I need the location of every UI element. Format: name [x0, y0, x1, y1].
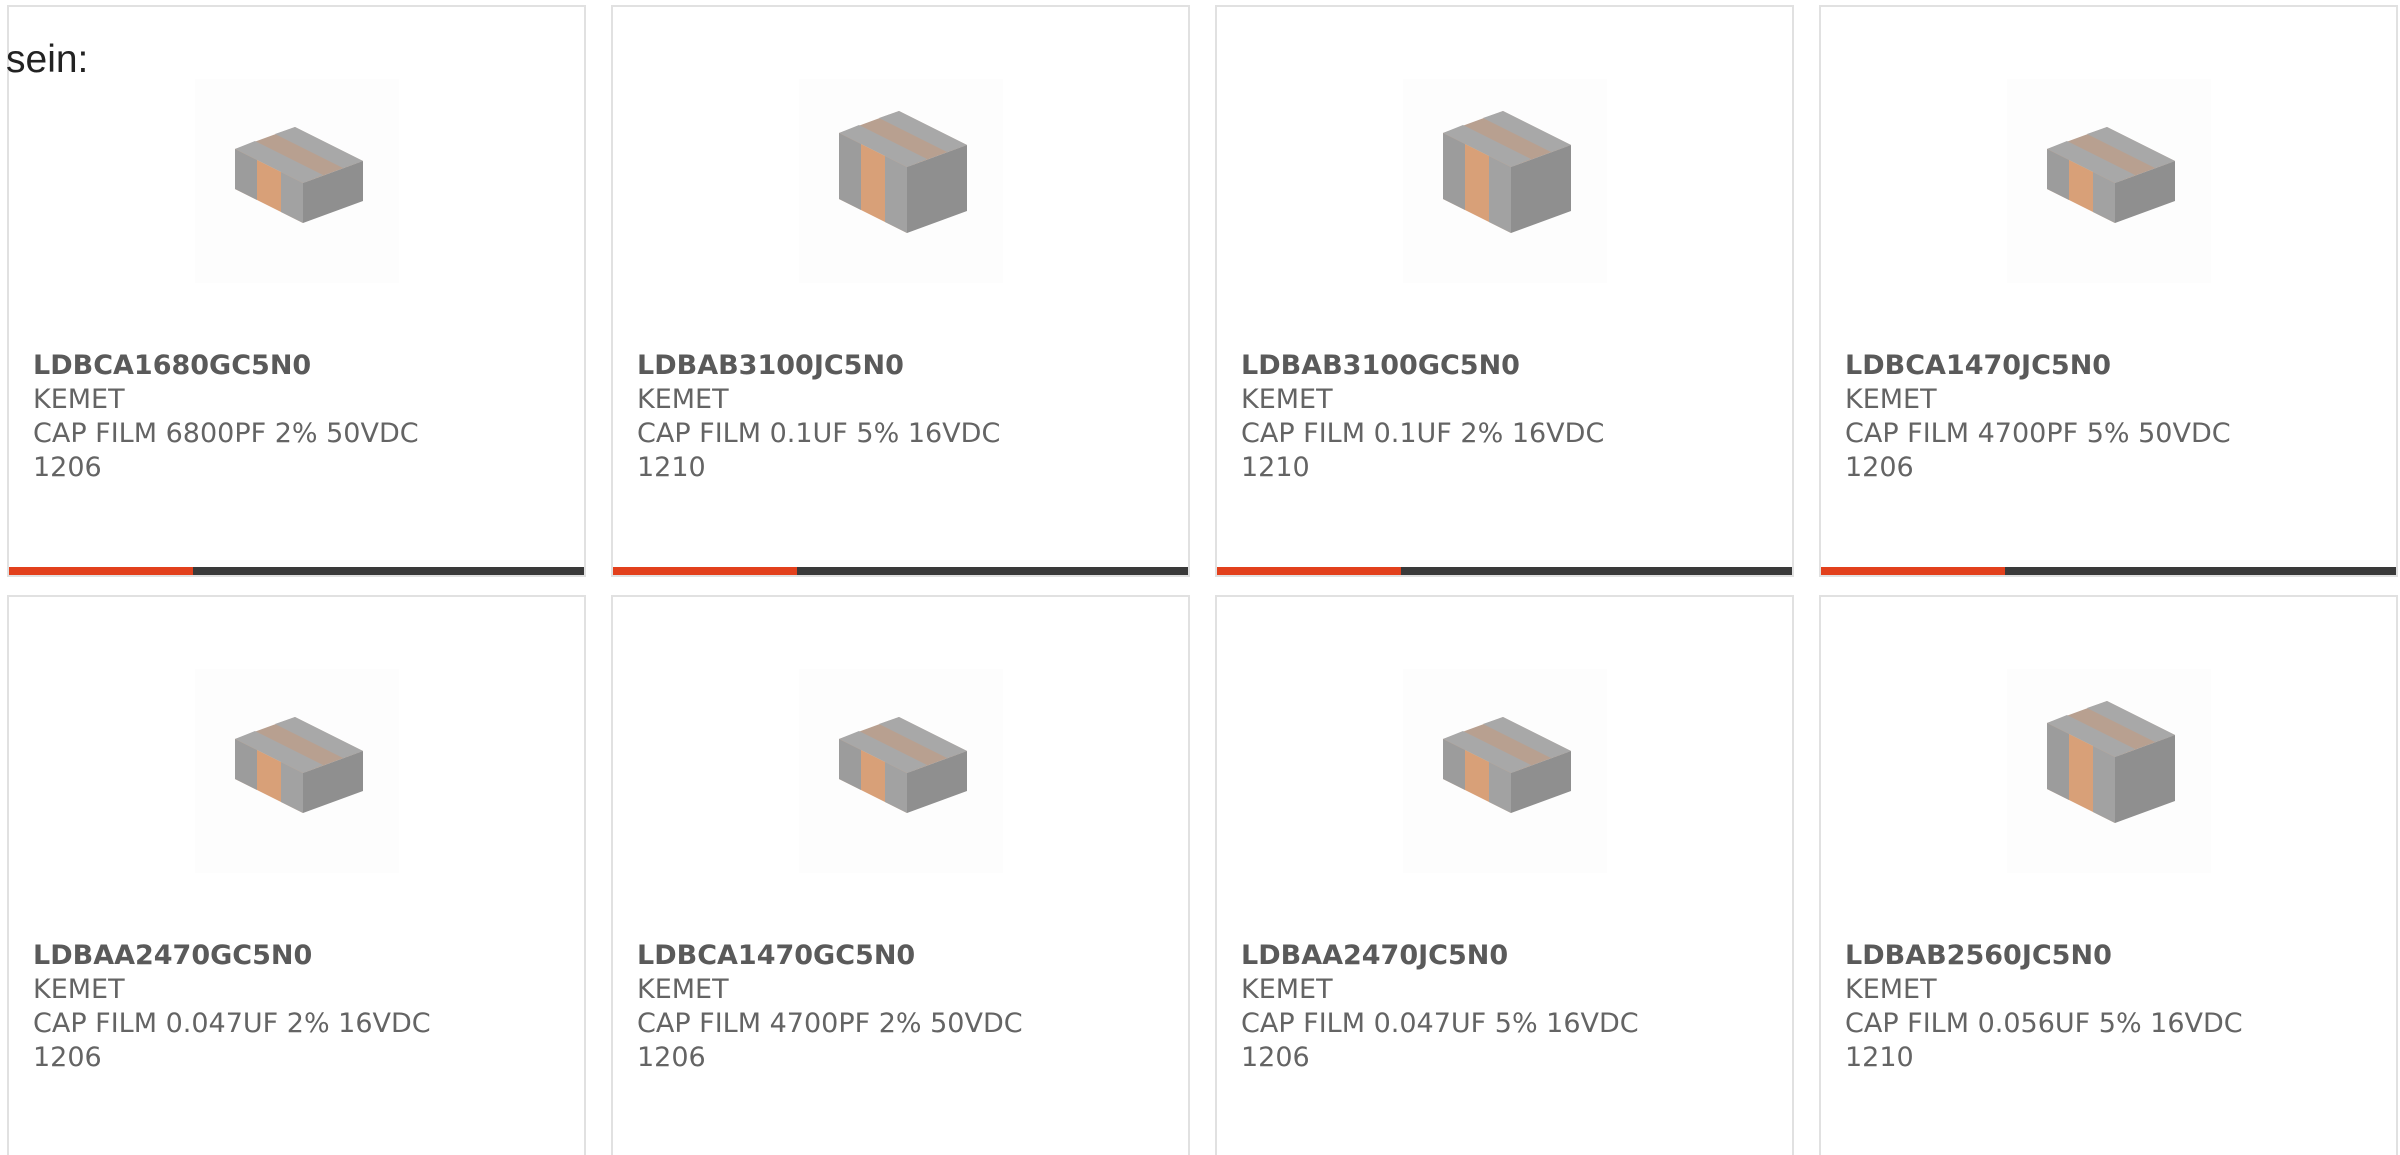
- product-info: LDBCA1470GC5N0 KEMET CAP FILM 4700PF 2% …: [637, 939, 1057, 1075]
- product-image[interactable]: [195, 79, 399, 283]
- product-image[interactable]: [1403, 79, 1607, 283]
- description-line-1: CAP FILM 0.056UF 5% 16VDC: [1845, 1008, 2243, 1039]
- manufacturer-label: KEMET: [637, 384, 729, 415]
- product-card[interactable]: LDBCA1470GC5N0 KEMET CAP FILM 4700PF 2% …: [611, 595, 1190, 1155]
- product-grid: LDBCA1680GC5N0 KEMET CAP FILM 6800PF 2% …: [7, 5, 2400, 1155]
- description-line-2: 1206: [1241, 1042, 1310, 1073]
- manufacturer-label: KEMET: [1845, 384, 1937, 415]
- description-line-1: CAP FILM 0.047UF 2% 16VDC: [33, 1008, 431, 1039]
- description-line-1: CAP FILM 4700PF 5% 50VDC: [1845, 418, 2231, 449]
- product-card[interactable]: LDBAA2470JC5N0 KEMET CAP FILM 0.047UF 5%…: [1215, 595, 1794, 1155]
- description-line-1: CAP FILM 0.1UF 5% 16VDC 1210: [637, 418, 1001, 483]
- description-line-1: CAP FILM 6800PF 2% 50VDC: [33, 418, 419, 449]
- part-number-link[interactable]: LDBAB3100JC5N0: [637, 349, 1057, 383]
- progress-bar: [1217, 567, 1792, 575]
- product-card[interactable]: LDBCA1470JC5N0 KEMET CAP FILM 4700PF 5% …: [1819, 5, 2398, 577]
- capacitor-1206-icon: [195, 669, 399, 873]
- description-line-1: CAP FILM 0.1UF 2% 16VDC 1210: [1241, 418, 1605, 483]
- part-number-link[interactable]: LDBAB2560JC5N0: [1845, 939, 2265, 973]
- description-line-2: 1206: [1845, 452, 1914, 483]
- capacitor-1206-icon: [195, 79, 399, 283]
- description-line-1: CAP FILM 0.047UF 5% 16VDC: [1241, 1008, 1639, 1039]
- part-number-link[interactable]: LDBAA2470JC5N0: [1241, 939, 1661, 973]
- product-image[interactable]: [799, 669, 1003, 873]
- part-number-link[interactable]: LDBCA1470GC5N0: [637, 939, 1057, 973]
- product-card[interactable]: LDBAB2560JC5N0 KEMET CAP FILM 0.056UF 5%…: [1819, 595, 2398, 1155]
- progress-fill: [1217, 567, 1401, 575]
- product-info: LDBAB3100GC5N0 KEMET CAP FILM 0.1UF 2% 1…: [1241, 349, 1661, 485]
- progress-bar: [613, 567, 1188, 575]
- progress-fill: [9, 567, 193, 575]
- product-image[interactable]: [799, 79, 1003, 283]
- manufacturer-label: KEMET: [33, 384, 125, 415]
- product-card[interactable]: LDBAB3100JC5N0 KEMET CAP FILM 0.1UF 5% 1…: [611, 5, 1190, 577]
- product-info: LDBAB2560JC5N0 KEMET CAP FILM 0.056UF 5%…: [1845, 939, 2265, 1075]
- product-image[interactable]: [195, 669, 399, 873]
- product-info: LDBCA1680GC5N0 KEMET CAP FILM 6800PF 2% …: [33, 349, 453, 485]
- capacitor-1210-icon: [799, 79, 1003, 283]
- description-line-1: CAP FILM 4700PF 2% 50VDC: [637, 1008, 1023, 1039]
- manufacturer-label: KEMET: [1845, 974, 1937, 1005]
- manufacturer-label: KEMET: [1241, 974, 1333, 1005]
- capacitor-1210-icon: [1403, 79, 1607, 283]
- product-info: LDBAA2470JC5N0 KEMET CAP FILM 0.047UF 5%…: [1241, 939, 1661, 1075]
- progress-fill: [1821, 567, 2005, 575]
- product-card[interactable]: LDBAB3100GC5N0 KEMET CAP FILM 0.1UF 2% 1…: [1215, 5, 1794, 577]
- manufacturer-label: KEMET: [1241, 384, 1333, 415]
- manufacturer-label: KEMET: [637, 974, 729, 1005]
- capacitor-1206-icon: [1403, 669, 1607, 873]
- capacitor-1206-icon: [2007, 79, 2211, 283]
- lead-text: sein:: [6, 38, 89, 81]
- description-line-2: 1210: [1845, 1042, 1914, 1073]
- product-image[interactable]: [1403, 669, 1607, 873]
- capacitor-1206-icon: [799, 669, 1003, 873]
- description-line-2: 1206: [637, 1042, 706, 1073]
- product-info: LDBAA2470GC5N0 KEMET CAP FILM 0.047UF 2%…: [33, 939, 453, 1075]
- capacitor-1210-icon: [2007, 669, 2211, 873]
- progress-fill: [613, 567, 797, 575]
- part-number-link[interactable]: LDBAB3100GC5N0: [1241, 349, 1661, 383]
- part-number-link[interactable]: LDBAA2470GC5N0: [33, 939, 453, 973]
- product-info: LDBCA1470JC5N0 KEMET CAP FILM 4700PF 5% …: [1845, 349, 2265, 485]
- progress-bar: [9, 567, 584, 575]
- product-card[interactable]: LDBAA2470GC5N0 KEMET CAP FILM 0.047UF 2%…: [7, 595, 586, 1155]
- product-card[interactable]: LDBCA1680GC5N0 KEMET CAP FILM 6800PF 2% …: [7, 5, 586, 577]
- part-number-link[interactable]: LDBCA1470JC5N0: [1845, 349, 2265, 383]
- part-number-link[interactable]: LDBCA1680GC5N0: [33, 349, 453, 383]
- progress-bar: [1821, 567, 2396, 575]
- description-line-2: 1206: [33, 1042, 102, 1073]
- product-image[interactable]: [2007, 79, 2211, 283]
- product-info: LDBAB3100JC5N0 KEMET CAP FILM 0.1UF 5% 1…: [637, 349, 1057, 485]
- description-line-2: 1206: [33, 452, 102, 483]
- manufacturer-label: KEMET: [33, 974, 125, 1005]
- product-image[interactable]: [2007, 669, 2211, 873]
